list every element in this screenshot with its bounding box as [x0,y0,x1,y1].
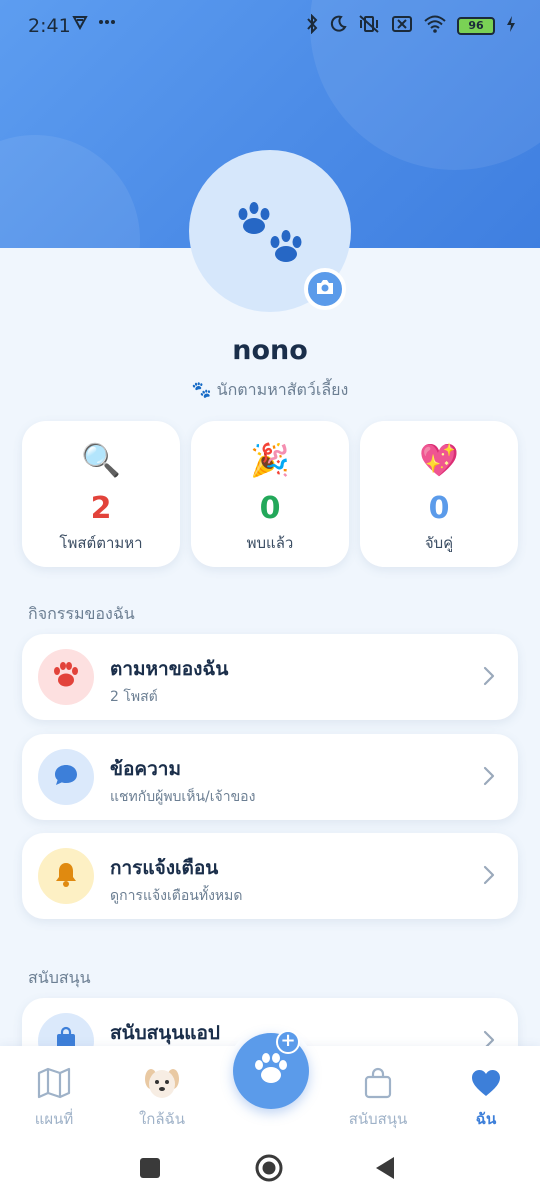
more-icon [98,14,116,34]
nav-item-map[interactable]: แผนที่ [9,1046,99,1138]
menu-title: สนับสนุนแอป [110,1022,220,1044]
stat-value: 2 [90,491,112,526]
search-emoji-icon: 🔍 [81,441,121,479]
nav-label: สนับสนุน [348,1110,408,1128]
vpn-icon [72,14,88,34]
profile-name: nono [232,335,308,366]
status-right-icons: 96 [306,13,516,38]
menu-icon-wrap [38,848,94,904]
chat-icon [52,762,80,792]
stat-label: โพสต์ตามหา [59,534,143,552]
stat-label: พบแล้ว [246,534,294,552]
stat-value: 0 [259,491,281,526]
dog-icon [117,1066,207,1100]
shopping-bag-icon [333,1066,423,1100]
paw-icon [253,1053,289,1089]
stat-card-matches[interactable]: 💖 0 จับคู่ [360,421,518,567]
paw-icon [52,662,80,692]
stat-label: จับคู่ [424,534,454,552]
sim-off-icon [391,15,413,37]
section-title-activity: กิจกรรมของฉัน [28,604,135,623]
home-button[interactable] [254,1153,284,1187]
recent-apps-button[interactable] [139,1157,161,1183]
status-left-icons [72,14,116,34]
menu-icon-wrap [38,649,94,705]
status-time: 2:41 [28,15,71,37]
chevron-right-icon [482,664,496,692]
menu-subtitle: ดูการแจ้งเตือนทั้งหมด [110,888,243,904]
menu-title: การแจ้งเตือน [110,857,219,879]
paw-icon [233,202,313,276]
battery-icon: 96 [457,17,495,35]
bell-icon [53,860,79,892]
nav-item-me[interactable]: ฉัน [441,1046,531,1138]
plus-icon: + [276,1030,300,1054]
nav-label: ฉัน [475,1110,497,1128]
party-emoji-icon: 🎉 [250,441,290,479]
status-bar: 2:41 96 [0,0,540,54]
system-nav-bar [0,1138,540,1200]
nav-item-nearby[interactable]: ใกล้ฉัน [117,1046,207,1138]
chevron-right-icon [482,764,496,792]
profile-subtitle: 🐾 นักตามหาสัตว์เลี้ยง [0,378,540,403]
menu-icon-wrap [38,749,94,805]
stats-row: 🔍 2 โพสต์ตามหา 🎉 0 พบแล้ว 💖 0 จับคู่ [22,421,518,567]
nav-label: แผนที่ [34,1110,74,1128]
menu-title: ตามหาของฉัน [110,658,229,680]
menu-item-my-searches[interactable]: ตามหาของฉัน 2 โพสต์ [22,634,518,720]
stat-card-found[interactable]: 🎉 0 พบแล้ว [191,421,349,567]
paw-emoji: 🐾 [191,380,212,399]
menu-subtitle: 2 โพสต์ [110,689,158,705]
map-icon [9,1066,99,1100]
profile-title-text: นักตามหาสัตว์เลี้ยง [216,380,349,399]
menu-item-messages[interactable]: ข้อความ แชทกับผู้พบเห็น/เจ้าของ [22,734,518,820]
decorative-circle [0,135,140,248]
moon-icon [329,15,347,37]
heart-icon [441,1066,531,1100]
stat-card-posts[interactable]: 🔍 2 โพสต์ตามหา [22,421,180,567]
heart-emoji-icon: 💖 [419,441,459,479]
menu-item-notifications[interactable]: การแจ้งเตือน ดูการแจ้งเตือนทั้งหมด [22,833,518,919]
section-title-support: สนับสนุน [28,968,91,987]
charging-icon [506,15,516,37]
stat-value: 0 [428,491,450,526]
vibrate-off-icon [358,14,380,38]
nav-label: ใกล้ฉัน [138,1110,186,1128]
bluetooth-icon [306,13,318,38]
back-button[interactable] [374,1155,396,1185]
wifi-icon [424,15,446,37]
menu-title: ข้อความ [110,758,181,780]
camera-icon [315,279,335,299]
nav-item-support[interactable]: สนับสนุน [333,1046,423,1138]
menu-subtitle: แชทกับผู้พบเห็น/เจ้าของ [110,789,256,805]
chevron-right-icon [482,863,496,891]
change-avatar-button[interactable] [304,268,346,310]
